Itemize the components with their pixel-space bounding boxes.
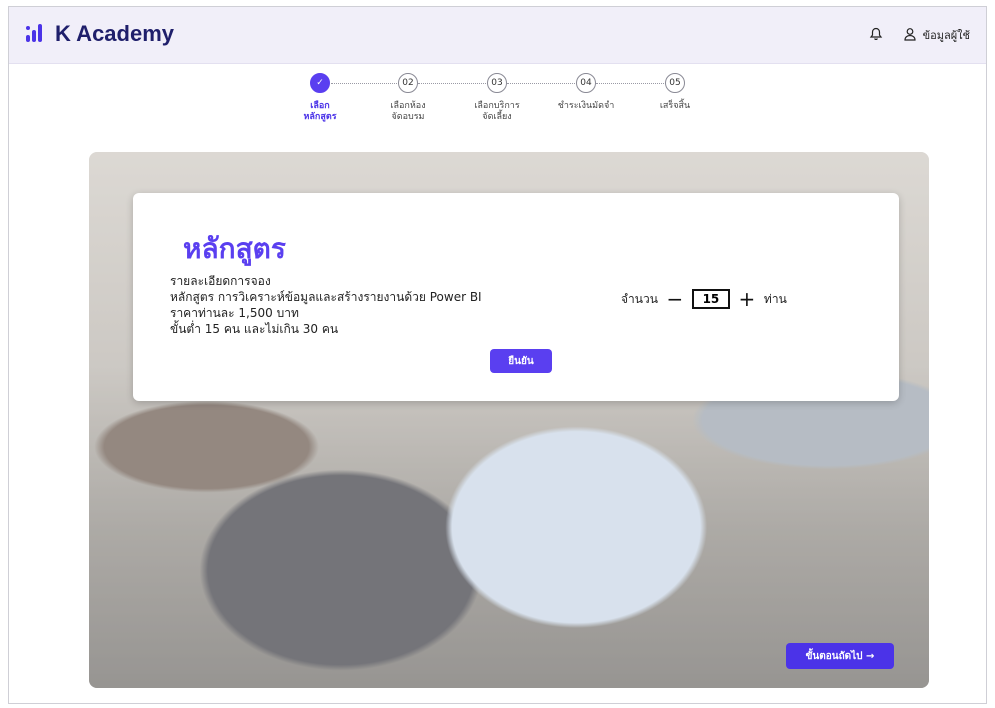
plus-button[interactable]: + — [738, 289, 756, 309]
step-number: 04 — [576, 73, 596, 93]
step-label: จัดเลี้ยง — [482, 112, 512, 122]
check-icon: ✓ — [310, 73, 330, 93]
minus-button[interactable]: − — [666, 289, 684, 309]
step-label: เลือก — [310, 101, 330, 111]
course-card: หลักสูตร รายละเอียดการจอง หลักสูตร การวิ… — [133, 193, 899, 401]
step-label: หลักสูตร — [303, 112, 337, 122]
step-2[interactable]: 02 เลือกห้อง จัดอบรม — [368, 73, 448, 123]
app-title: K Academy — [55, 21, 175, 46]
logo-bars-icon — [25, 23, 47, 45]
quantity-unit: ท่าน — [763, 291, 787, 306]
detail-line: รายละเอียดการจอง — [170, 274, 271, 288]
step-number: 02 — [398, 73, 418, 93]
user-icon — [903, 27, 917, 44]
quantity-input[interactable] — [691, 289, 730, 309]
detail-line: หลักสูตร การวิเคราะห์ข้อมูลและสร้างรายงา… — [170, 290, 482, 304]
user-profile-link[interactable]: ข้อมูลผู้ใช้ — [903, 26, 970, 44]
step-label: ชำระเงินมัดจำ — [557, 101, 615, 111]
user-label: ข้อมูลผู้ใช้ — [922, 29, 970, 42]
top-header: K Academy ข้อมูลผู้ใช้ — [9, 7, 986, 64]
step-4[interactable]: 04 ชำระเงินมัดจำ — [546, 73, 626, 112]
step-label: เสร็จสิ้น — [659, 101, 691, 111]
step-label: เลือกบริการ — [474, 101, 520, 111]
app-window: K Academy ข้อมูลผู้ใช้ ✓ เลือก หลักสูตร 0… — [8, 6, 987, 704]
step-1[interactable]: ✓ เลือก หลักสูตร — [280, 73, 360, 123]
progress-stepper: ✓ เลือก หลักสูตร 02 เลือกห้อง จัดอบรม 03 เ… — [279, 73, 719, 143]
logo[interactable]: K Academy — [25, 21, 174, 47]
card-title: หลักสูตร — [183, 232, 286, 265]
step-5[interactable]: 05 เสร็จสิ้น — [635, 73, 715, 112]
step-number: 03 — [487, 73, 507, 93]
quantity-label: จำนวน — [621, 291, 658, 306]
confirm-button[interactable]: ยืนยัน — [490, 349, 552, 373]
step-label: เลือกห้อง — [390, 101, 426, 111]
detail-line: ราคาท่านละ 1,500 บาท — [170, 306, 299, 320]
next-step-button[interactable]: ขั้นตอนถัดไป → — [786, 643, 894, 669]
step-label: จัดอบรม — [391, 112, 425, 122]
quantity-stepper: จำนวน − + ท่าน — [621, 289, 787, 309]
step-3[interactable]: 03 เลือกบริการ จัดเลี้ยง — [457, 73, 537, 123]
bell-icon[interactable] — [869, 27, 883, 44]
booking-details: รายละเอียดการจอง หลักสูตร การวิเคราะห์ข้… — [170, 273, 482, 337]
detail-line: ขั้นต่ำ 15 คน และไม่เกิน 30 คน — [170, 322, 339, 336]
step-number: 05 — [665, 73, 685, 93]
